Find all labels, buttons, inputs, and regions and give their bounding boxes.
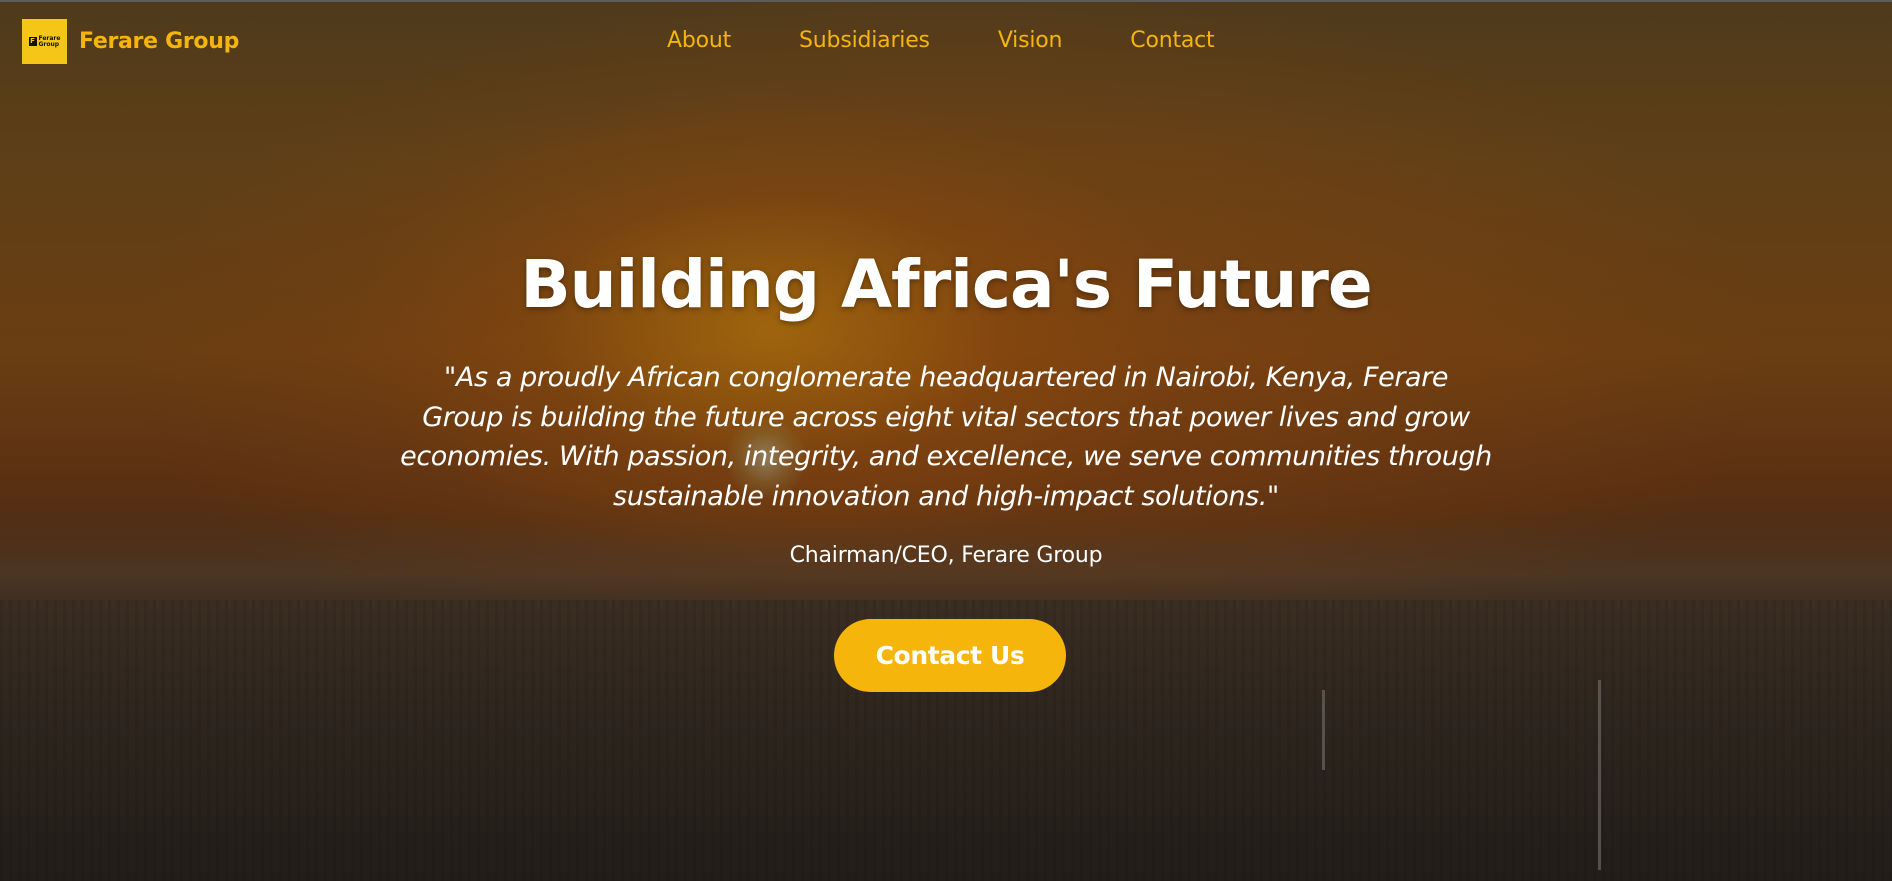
nav-link-about[interactable]: About [667,24,731,58]
hero-quote: "As a proudly African conglomerate headq… [400,362,1492,512]
wind-turbine-image [1598,680,1601,870]
navbar: F Ferare Group Ferare Group About Subsid… [0,0,1892,82]
logo-mark: F [28,37,37,46]
hero-headline: Building Africa's Future [520,246,1372,323]
brand[interactable]: F Ferare Group Ferare Group [22,19,239,64]
contact-us-button[interactable]: Contact Us [834,619,1066,692]
logo[interactable]: F Ferare Group [22,19,67,64]
nav-link-subsidiaries[interactable]: Subsidiaries [799,24,930,58]
logo-text: Ferare Group [38,34,61,48]
wind-turbine-image [1322,690,1325,770]
hero-section: F Ferare Group Ferare Group About Subsid… [0,0,1892,881]
brand-name[interactable]: Ferare Group [79,29,239,54]
nav-links: About Subsidiaries Vision Contact [667,24,1215,58]
nav-link-contact[interactable]: Contact [1130,24,1214,58]
quote-attribution: Chairman/CEO, Ferare Group [789,543,1103,568]
nav-link-vision[interactable]: Vision [998,24,1063,58]
